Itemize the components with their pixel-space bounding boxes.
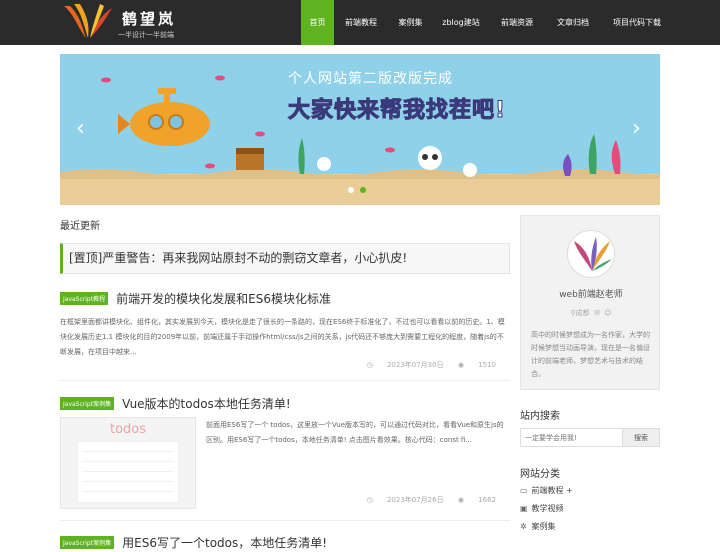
hero-banner[interactable]: 个人网站第二版改版完成 大家快来帮我找茬吧! ‹ › [60,54,660,205]
article-item: JavaScript教程 前端开发的模块化发展和ES6模块化标准 在框架里面都讲… [60,288,510,378]
nav-downloads[interactable]: 项目代码下载 [601,0,673,45]
search-button[interactable]: 搜索 [623,428,660,447]
article-views: 1510 [478,361,496,369]
article-title[interactable]: 前端开发的模块化发展和ES6模块化标准 [116,290,331,307]
nav-home[interactable]: 首页 [301,0,334,45]
eye-icon: ◉ [457,361,464,369]
star-icon: ✲ [520,522,527,531]
category-item[interactable]: ▣ 教学视频 [520,503,564,514]
wechat-icon[interactable]: ✉ [594,309,600,317]
category-item[interactable]: ✲ 案例集 [520,521,556,532]
video-icon: ▣ [520,504,528,513]
article-views: 1662 [478,496,496,504]
site-logo[interactable]: 鹤望岚 一半设计一半前端 [60,2,190,42]
article-tag[interactable]: JavaScript案例集 [60,397,115,410]
author-card: web前端赵老师 ⚲成都 ✉ ☺ 高中的时候梦想成为一名作家，大学的时候梦想当动… [520,215,660,390]
logo-flame-icon [64,4,112,38]
nav-tutorials[interactable]: 前端教程 [334,0,388,45]
pinned-post[interactable]: [置顶]严重警告：再来我网站原封不动的剽窃文章者，小心扒皮! [60,243,510,274]
author-name: web前端赵老师 [559,290,623,300]
banner-prev-icon[interactable]: ‹ [76,116,85,141]
calendar-icon: ◷ [366,496,373,504]
author-bio: 高中的时候梦想成为一名作家，大学的时候梦想当动画导演，现在是一名偏设计的前端老师… [531,331,650,378]
article-thumbnail[interactable]: todos [60,417,196,509]
nav-resources[interactable]: 前端资源 [489,0,545,45]
article-tag[interactable]: JavaScript案例集 [60,536,115,549]
banner-highlight: 找茬 [426,98,473,124]
nav-zblog[interactable]: zblog建站 [433,0,489,45]
article-meta: ◷ 2023年07月30日 ◉ 1510 [355,360,496,370]
site-search: 搜索 [520,428,660,447]
banner-line-2-pre: 大家快来帮我 [287,98,427,124]
avatar-image [574,237,612,271]
article-excerpt: 在框架里面都讲模块化、组件化，其实发展到今天，模块化是走了很长的一条路的，现在E… [60,318,505,356]
article-title[interactable]: Vue版本的todos本地任务清单! [122,395,290,412]
thumb-title: todos [109,422,147,437]
category-item[interactable]: ▭ 前端教程 + [520,485,573,496]
site-header: 鹤望岚 一半设计一半前端 首页 前端教程 案例集 zblog建站 前端资源 文章… [0,0,720,45]
banner-line-2: 大家快来帮我找茬吧! [287,92,507,124]
section-title: 最近更新 [60,221,100,232]
author-location: ⚲成都 ✉ ☺ [521,308,661,318]
banner-next-icon[interactable]: › [632,116,641,141]
logo-title: 鹤望岚 [122,10,177,28]
article-title[interactable]: 用ES6写了一个todos，本地任务清单! [122,534,327,551]
thumb-list [77,441,179,503]
article-excerpt: 前面用ES6写了一个 todos，这里放一个Vue版本写的，可以通过代码对比，看… [206,421,504,444]
banner-pagination [348,187,366,193]
eye-icon: ◉ [457,496,464,504]
banner-line-2-post: 吧! [472,98,507,124]
divider [60,520,510,521]
category-label: 教学视频 [531,504,564,513]
qq-icon[interactable]: ☺ [604,309,611,317]
location-text: 成都 [575,309,590,317]
logo-subtitle: 一半设计一半前端 [118,31,174,39]
category-label: 案例集 [531,522,556,531]
main-nav: 首页 前端教程 案例集 zblog建站 前端资源 文章归档 项目代码下载 [301,0,673,45]
folder-icon: ▭ [520,486,528,495]
article-date: 2023年07月26日 [386,496,444,504]
article-date: 2023年07月30日 [386,361,444,369]
banner-dot-2[interactable] [360,187,366,193]
search-title: 站内搜索 [520,411,560,422]
category-title: 网站分类 [520,469,560,480]
avatar[interactable] [567,230,615,278]
banner-line-1: 个人网站第二版改版完成 [288,71,453,87]
divider [60,380,510,381]
calendar-icon: ◷ [366,361,373,369]
article-tag[interactable]: JavaScript教程 [60,292,109,305]
category-label: 前端教程 [531,486,564,495]
article-item: JavaScript案例集 用ES6写了一个todos，本地任务清单! [60,532,510,552]
expand-icon[interactable]: + [566,486,573,495]
nav-archive[interactable]: 文章归档 [545,0,601,45]
search-input[interactable] [520,428,623,447]
article-item: JavaScript案例集 Vue版本的todos本地任务清单! todos 前… [60,393,510,511]
banner-dot-1[interactable] [348,187,354,193]
article-meta: ◷ 2023年07月26日 ◉ 1662 [355,495,496,505]
nav-cases[interactable]: 案例集 [388,0,433,45]
